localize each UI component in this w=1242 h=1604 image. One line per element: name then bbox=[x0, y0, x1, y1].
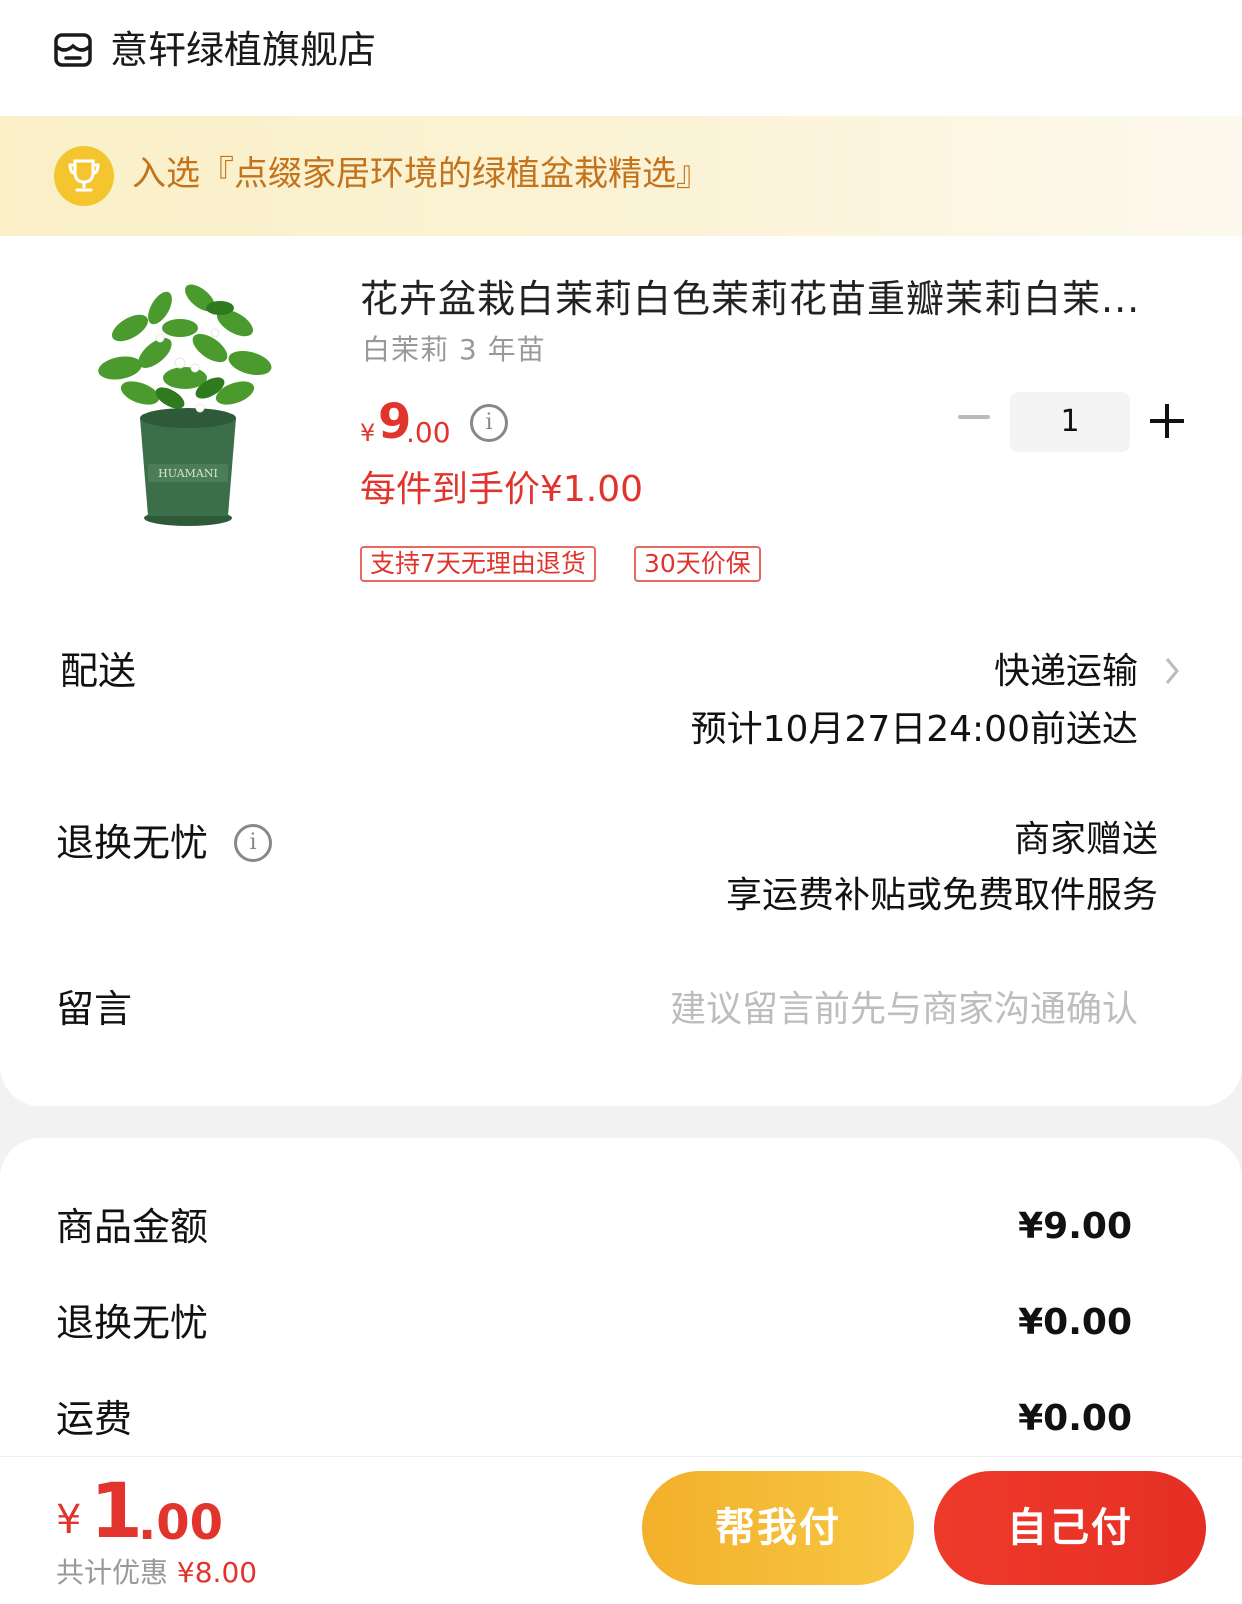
returns-description: 享运费补贴或免费取件服务 bbox=[725, 875, 1158, 916]
tag-return: 支持7天无理由退货 bbox=[360, 546, 596, 582]
summary-value-returns: ¥0.00 bbox=[1018, 1302, 1132, 1343]
returns-info-icon[interactable]: i bbox=[234, 824, 272, 862]
summary-value-goods: ¥9.00 bbox=[1018, 1206, 1132, 1247]
message-input[interactable] bbox=[578, 984, 1138, 1034]
price-decimal: .00 bbox=[406, 416, 451, 449]
shop-name: 意轩绿植旗舰店 bbox=[110, 28, 377, 72]
price-info-icon[interactable]: i bbox=[470, 404, 508, 442]
delivery-eta: 预计10月27日24:00前送达 bbox=[690, 709, 1138, 750]
banner-text: 入选『点缀家居环境的绿植盆栽精选』 bbox=[132, 154, 710, 194]
selection-banner[interactable]: 入选『点缀家居环境的绿植盆栽精选』 bbox=[0, 116, 1242, 236]
quantity-input[interactable]: 1 bbox=[1010, 392, 1130, 452]
total-symbol: ¥ bbox=[56, 1497, 82, 1543]
summary-value-shipping: ¥0.00 bbox=[1018, 1398, 1132, 1439]
hand-price: 每件到手价¥1.00 bbox=[360, 469, 644, 510]
quantity-plus-button[interactable] bbox=[1150, 404, 1184, 438]
product-spec[interactable]: 白茉莉 3 年苗 bbox=[362, 330, 546, 370]
total-saving: 共计优惠 ¥8.00 bbox=[56, 1553, 257, 1593]
summary-label-returns: 退换无忧 bbox=[56, 1301, 209, 1345]
order-card: 意轩绿植旗舰店 入选『点缀家居环境的绿植盆栽精选』 HUAMANI 花卉盆栽白茉… bbox=[0, 0, 1242, 1106]
message-label: 留言 bbox=[56, 987, 133, 1031]
shop-header[interactable]: 意轩绿植旗舰店 bbox=[0, 0, 1242, 116]
self-pay-button[interactable]: 自己付 bbox=[934, 1471, 1206, 1585]
total-integer: 1 bbox=[90, 1466, 143, 1555]
product-image[interactable]: HUAMANI bbox=[60, 268, 310, 558]
saving-value: ¥8.00 bbox=[176, 1556, 258, 1589]
svg-text:HUAMANI: HUAMANI bbox=[158, 467, 218, 480]
price-symbol: ¥ bbox=[360, 419, 376, 447]
delivery-method[interactable]: 快递运输 bbox=[994, 648, 1138, 696]
help-pay-button[interactable]: 帮我付 bbox=[642, 1471, 914, 1585]
chevron-right-icon[interactable] bbox=[1164, 656, 1180, 686]
total-decimal: .00 bbox=[138, 1495, 224, 1551]
returns-label: 退换无忧 bbox=[56, 821, 209, 865]
tag-price-protect: 30天价保 bbox=[634, 546, 761, 582]
summary-label-shipping: 运费 bbox=[56, 1397, 133, 1441]
quantity-minus-button[interactable] bbox=[956, 402, 992, 432]
returns-value: 商家赠送 bbox=[1013, 819, 1158, 860]
saving-label: 共计优惠 bbox=[56, 1556, 169, 1589]
trophy-icon bbox=[54, 146, 114, 206]
summary-label-goods: 商品金额 bbox=[56, 1205, 209, 1249]
store-icon bbox=[54, 33, 92, 67]
product-title[interactable]: 花卉盆栽白茉莉白色茉莉花苗重瓣茉莉白茉... bbox=[360, 274, 1160, 324]
checkout-bar: ¥ 1 .00 共计优惠 ¥8.00 帮我付 自己付 bbox=[0, 1456, 1242, 1604]
delivery-label: 配送 bbox=[60, 649, 137, 693]
